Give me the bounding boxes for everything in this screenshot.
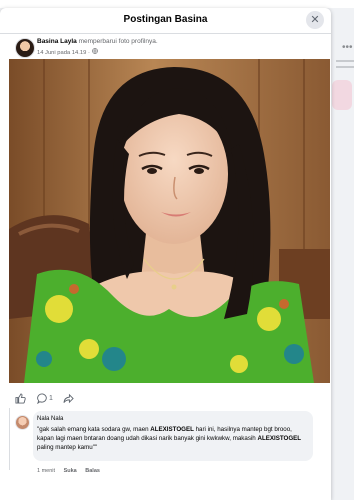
comment-text: "gak salah emang kata sodara gw, maen AL… [37, 425, 309, 452]
comment-reply-button[interactable]: Balas [85, 468, 100, 474]
author-name[interactable]: Basina Layla [37, 38, 77, 45]
author-avatar[interactable] [15, 38, 35, 58]
comment-age[interactable]: 1 menit [37, 468, 55, 474]
post-timestamp[interactable]: 14 Juni pada 14.19 [37, 50, 86, 56]
comment-bubble: Nala Nala "gak salah emang kata sodara g… [33, 411, 313, 461]
globe-icon [91, 48, 98, 56]
background-text-line [336, 66, 354, 68]
comment-text-part: paling mantep kamu"" [37, 444, 98, 451]
modal-title: Postingan Basina [123, 14, 208, 25]
close-button[interactable]: ✕ [306, 11, 324, 29]
background-thumbnail [332, 80, 352, 110]
comment-text-part: "gak salah emang kata sodara gw, maen [37, 426, 151, 433]
commenter-avatar[interactable] [15, 415, 30, 430]
comment-brand: ALEXISTOGEL [150, 426, 194, 433]
close-icon: ✕ [310, 14, 320, 26]
comment-count[interactable]: 1 [49, 393, 53, 405]
comment-icon[interactable] [37, 393, 48, 407]
background-text-line [336, 60, 354, 62]
comment-meta: 1 menit Suka Balas [37, 468, 107, 474]
author-line: Basina Layla memperbarui foto profilnya. [37, 38, 158, 45]
thumbs-up-icon[interactable] [15, 393, 26, 407]
share-icon[interactable] [63, 393, 74, 407]
comment-like-button[interactable]: Suka [64, 468, 77, 474]
modal-header: Postingan Basina ✕ [0, 8, 331, 34]
post-actions: 1 [15, 393, 135, 407]
post-modal: Postingan Basina ✕ Basina Layla memperba… [0, 8, 331, 500]
post-action: memperbarui foto profilnya. [78, 38, 158, 45]
post-meta: 14 Juni pada 14.19 · [37, 48, 98, 56]
more-options-icon: ••• [342, 42, 353, 53]
background-topbar [0, 0, 354, 8]
background-feed-peek: ••• [330, 30, 354, 120]
comment-brand: ALEXISTOGEL [257, 435, 302, 442]
profile-photo[interactable] [9, 59, 330, 383]
commenter-name[interactable]: Nala Nala [37, 416, 63, 422]
comment-thread-line [9, 408, 10, 470]
